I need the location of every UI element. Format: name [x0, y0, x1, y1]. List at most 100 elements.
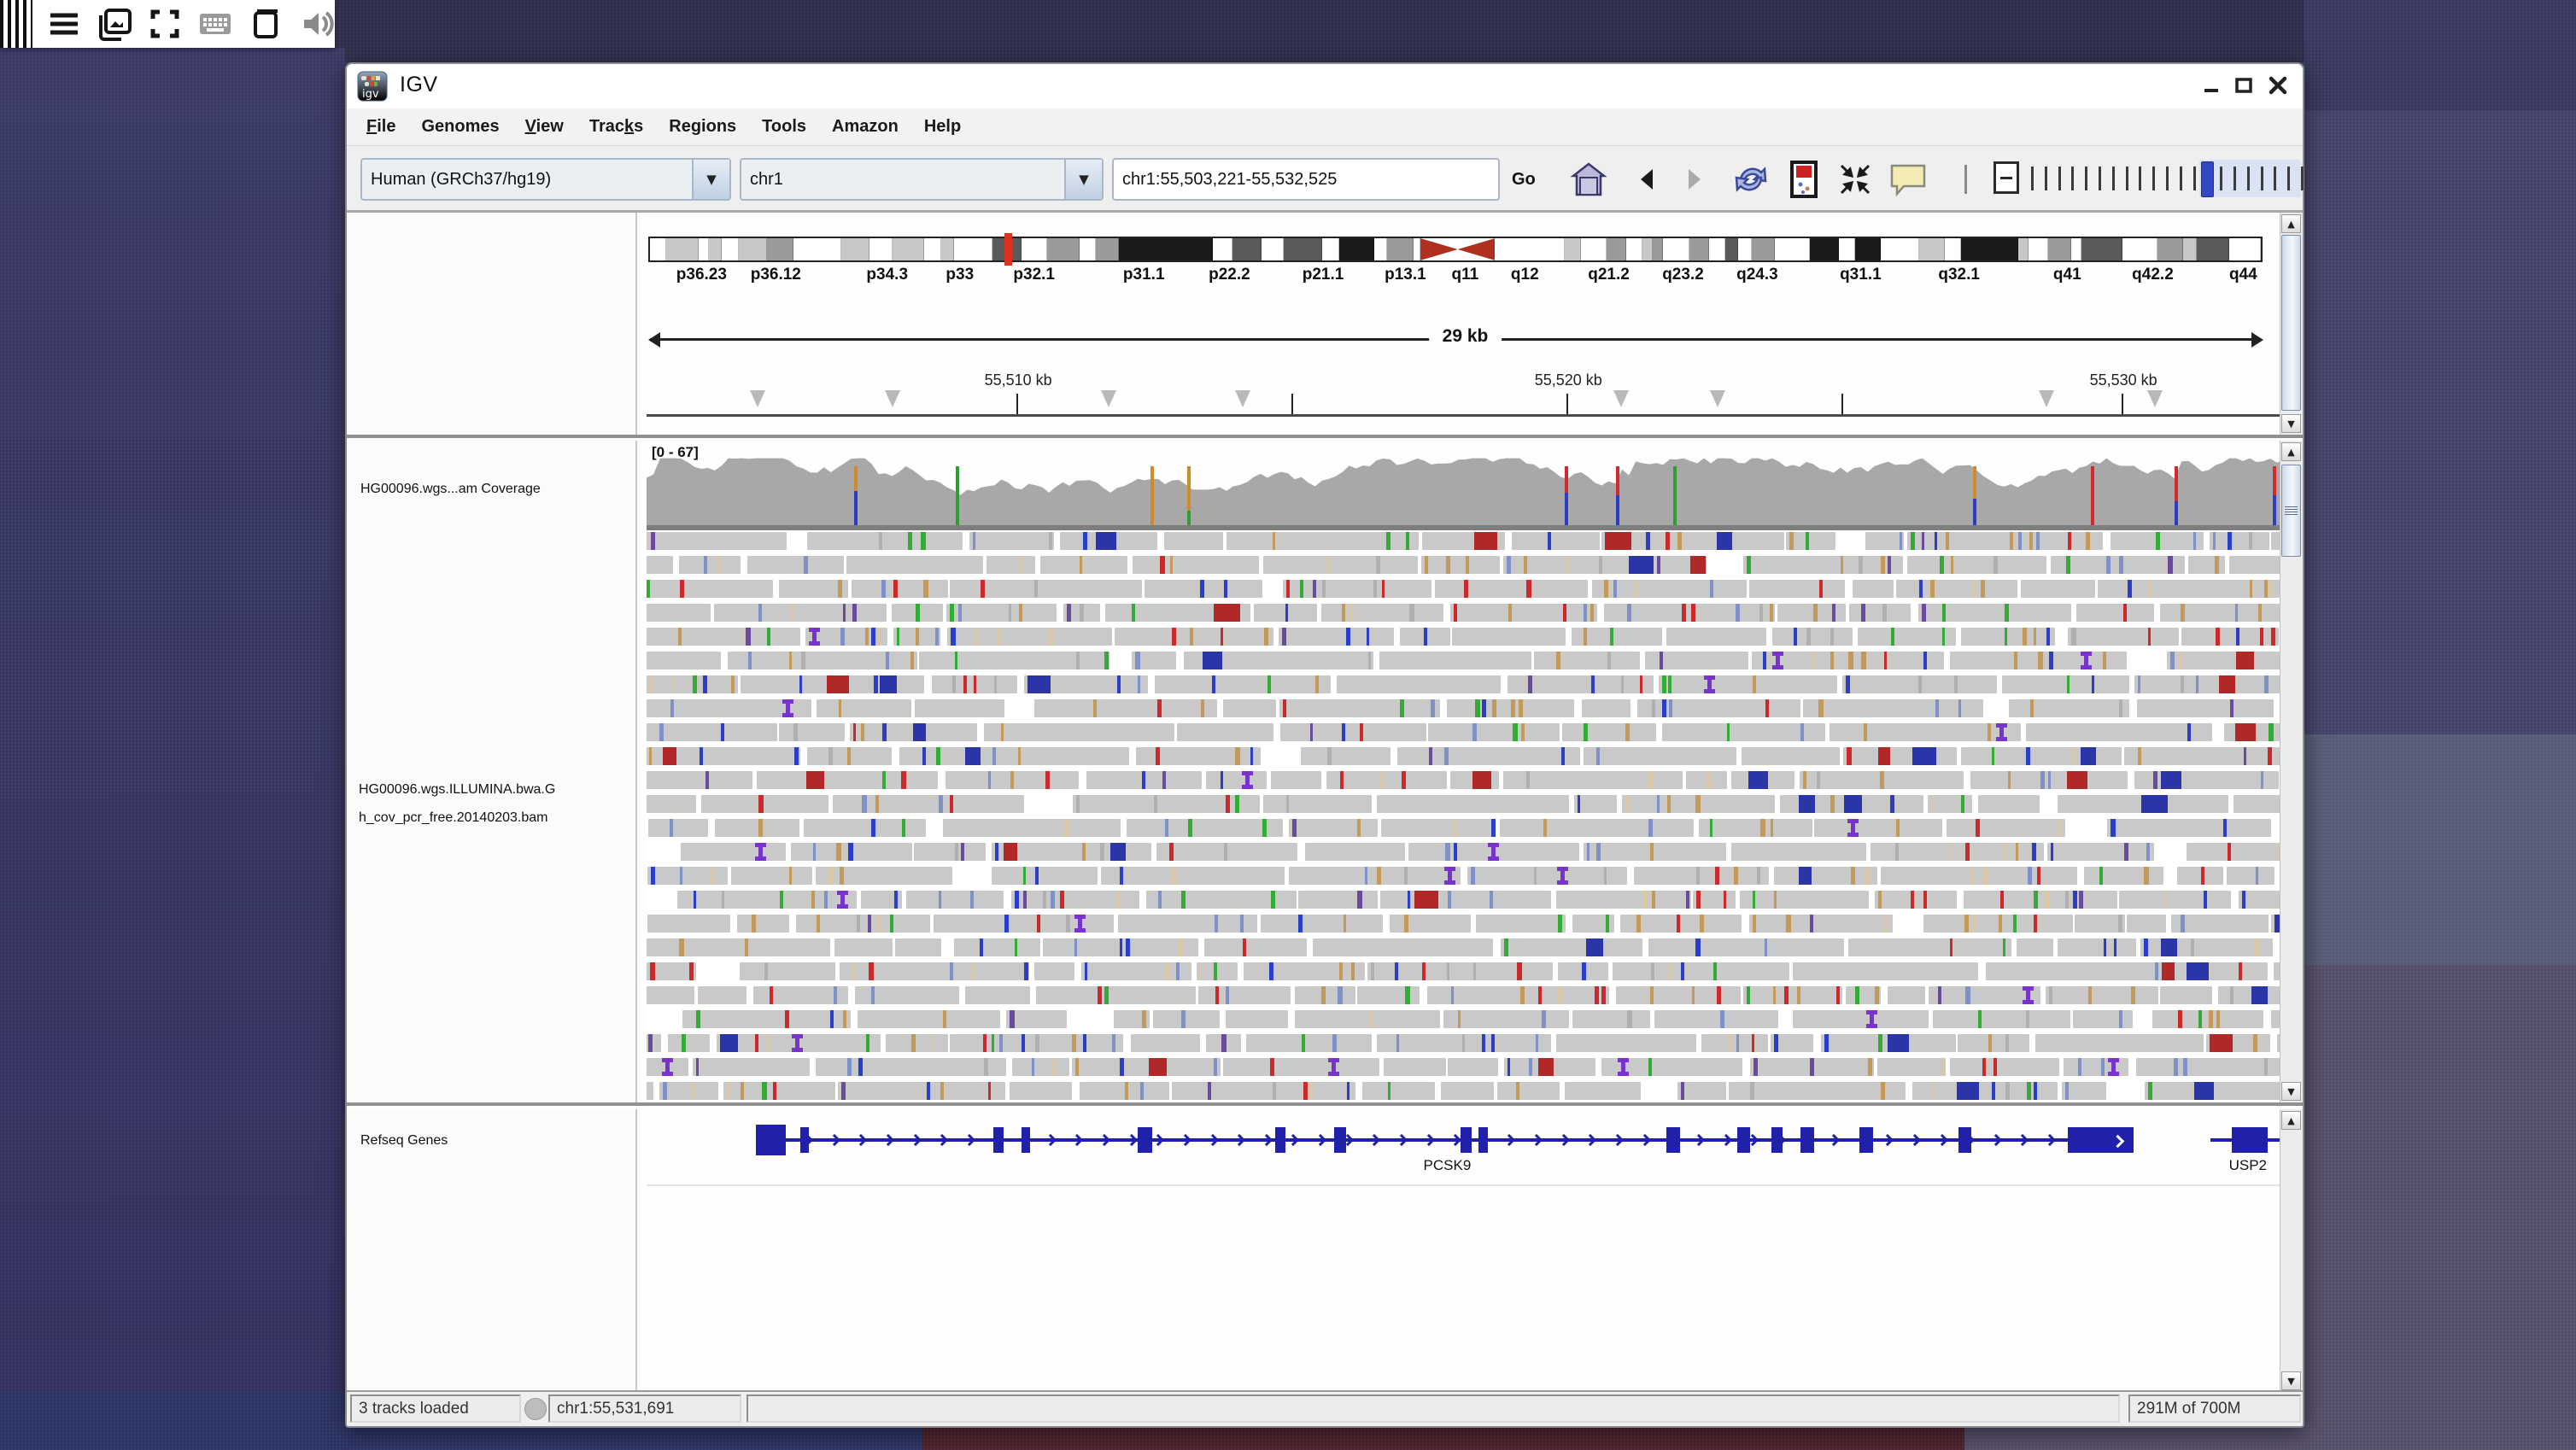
aligned-read[interactable] [693, 1058, 810, 1076]
aligned-read[interactable] [2119, 891, 2231, 909]
aligned-read[interactable] [1699, 819, 1812, 837]
aligned-read[interactable] [1923, 915, 2073, 933]
aligned-read[interactable] [1156, 843, 1298, 861]
aligned-read[interactable] [943, 819, 1121, 837]
aligned-read[interactable] [2058, 795, 2229, 813]
aligned-read[interactable] [1261, 915, 1384, 933]
scroll-down-icon[interactable]: ▼ [2281, 1082, 2301, 1101]
aligned-read[interactable] [647, 986, 694, 1004]
aligned-read[interactable] [647, 556, 673, 574]
aligned-read[interactable] [1114, 1010, 1150, 1028]
aligned-read[interactable] [2107, 819, 2270, 837]
aligned-read[interactable] [1101, 867, 1285, 885]
aligned-read[interactable] [1289, 867, 1460, 885]
aligned-read[interactable] [731, 867, 812, 885]
aligned-read[interactable] [946, 604, 1057, 622]
aligned-read[interactable] [2124, 747, 2284, 765]
aligned-read[interactable] [981, 747, 1129, 765]
aligned-read[interactable] [1155, 675, 1331, 693]
aligned-read[interactable] [2181, 628, 2279, 646]
aligned-read[interactable] [1301, 747, 1390, 765]
aligned-read[interactable] [816, 1058, 1006, 1076]
aligned-read[interactable] [1572, 1010, 1650, 1028]
aligned-read[interactable] [817, 699, 911, 717]
aligned-read[interactable] [1896, 580, 2017, 598]
aligned-read[interactable] [2167, 652, 2284, 669]
aligned-read[interactable] [1620, 915, 1742, 933]
aligned-read[interactable] [1888, 986, 1925, 1004]
aligned-read[interactable] [1701, 1034, 1768, 1052]
aligned-read[interactable] [1450, 604, 1598, 622]
fit-to-window-button[interactable] [1836, 160, 1874, 199]
aligned-read[interactable] [1448, 1058, 1498, 1076]
aligned-read[interactable] [1381, 819, 1496, 837]
aligned-read[interactable] [1843, 747, 1957, 765]
aligned-read[interactable] [1950, 1058, 2060, 1076]
aligned-read[interactable] [1572, 628, 1662, 646]
aligned-read[interactable] [1503, 556, 1650, 574]
aligned-read[interactable] [1435, 580, 1588, 598]
titlebar[interactable]: igv IGV [347, 64, 2303, 109]
locus-panel-scrollbar[interactable]: ▲ ▼ [2280, 213, 2303, 435]
aligned-read[interactable] [1153, 1010, 1221, 1028]
aligned-read[interactable] [1034, 962, 1074, 980]
aligned-read[interactable] [2064, 1058, 2128, 1076]
aligned-read[interactable] [647, 675, 738, 693]
gene-exon[interactable] [1022, 1127, 1030, 1153]
gene-exon[interactable] [1461, 1127, 1472, 1153]
aligned-read[interactable] [1072, 1058, 1221, 1076]
aligned-read[interactable] [1298, 891, 1377, 909]
aligned-read[interactable] [1337, 675, 1500, 693]
aligned-read[interactable] [1073, 795, 1261, 813]
aligned-read[interactable] [1379, 652, 1531, 669]
aligned-read[interactable] [1970, 771, 2128, 789]
aligned-read[interactable] [1063, 604, 1100, 622]
zoom-slider-thumb[interactable] [2201, 161, 2214, 197]
aligned-read[interactable] [1206, 771, 1267, 789]
aligned-read[interactable] [861, 891, 902, 909]
aligned-read[interactable] [647, 771, 752, 789]
aligned-read[interactable] [2017, 938, 2054, 956]
aligned-read[interactable] [1512, 532, 1600, 550]
gene-exon[interactable] [1275, 1127, 1285, 1153]
aligned-read[interactable] [647, 699, 811, 717]
aligned-read[interactable] [886, 1034, 948, 1052]
aligned-read[interactable] [805, 628, 887, 646]
aligned-read[interactable] [2051, 556, 2185, 574]
aligned-read[interactable] [715, 819, 799, 837]
aligned-read[interactable] [833, 795, 1024, 813]
aligned-read[interactable] [1907, 532, 2103, 550]
aligned-read[interactable] [1732, 532, 1784, 550]
aligned-read[interactable] [1086, 771, 1202, 789]
aligned-read[interactable] [681, 843, 786, 861]
scroll-up-icon[interactable]: ▲ [2281, 442, 2301, 461]
aligned-read[interactable] [1040, 556, 1127, 574]
aligned-read[interactable] [1080, 1082, 1169, 1100]
aligned-read[interactable] [647, 938, 830, 956]
aligned-read[interactable] [1271, 771, 1322, 789]
aligned-read[interactable] [1362, 1082, 1435, 1100]
aligned-read[interactable] [1821, 1034, 1956, 1052]
aligned-read[interactable] [1592, 580, 1747, 598]
aligned-read[interactable] [648, 819, 708, 837]
aligned-read[interactable] [1133, 556, 1259, 574]
aligned-read[interactable] [1740, 891, 1868, 909]
aligned-read[interactable] [1584, 747, 1736, 765]
aligned-read[interactable] [1377, 1034, 1551, 1052]
aligned-read[interactable] [2229, 556, 2284, 574]
aligned-read[interactable] [1177, 723, 1273, 741]
aligned-read[interactable] [807, 747, 892, 765]
chromosome-select-arrow-icon[interactable]: ▼ [1064, 160, 1102, 199]
aligned-read[interactable] [2234, 795, 2284, 813]
zoom-tick[interactable] [2261, 167, 2263, 190]
aligned-read[interactable] [2160, 986, 2212, 1004]
scroll-up-icon[interactable]: ▲ [2281, 1111, 2301, 1130]
aligned-read[interactable] [804, 819, 926, 837]
aligned-read[interactable] [1263, 556, 1419, 574]
aligned-read[interactable] [1637, 699, 1800, 717]
windows-icon[interactable] [249, 5, 284, 43]
aligned-read[interactable] [1118, 915, 1257, 933]
aligned-read[interactable] [1043, 938, 1198, 956]
aligned-read[interactable] [1912, 1082, 2058, 1100]
aligned-read[interactable] [1450, 771, 1499, 789]
